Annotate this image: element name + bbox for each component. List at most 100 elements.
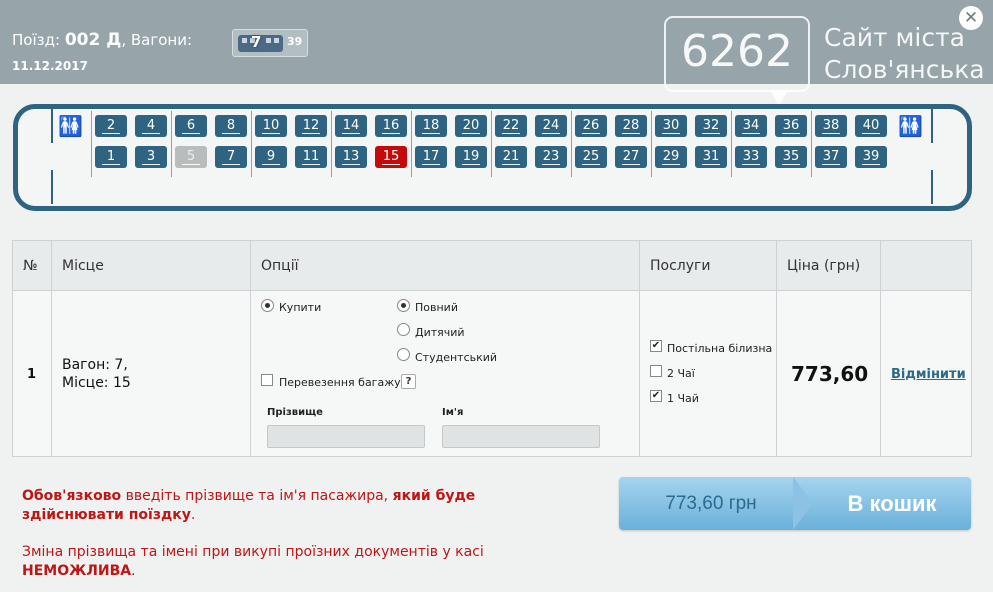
seat[interactable]: 15 <box>375 146 407 168</box>
train-info: Поїзд: 002 Д, Вагони: <box>12 30 192 50</box>
linen-label: Постільна білизна <box>667 342 773 355</box>
seat[interactable]: 33 <box>735 146 767 168</box>
seat[interactable]: 31 <box>695 146 727 168</box>
cell-seat: Вагон: 7, Місце: 15 <box>52 291 251 456</box>
name-input[interactable] <box>442 425 600 448</box>
seat[interactable]: 4 <box>135 115 167 137</box>
buy-radio[interactable] <box>261 299 274 312</box>
wagons-label: , Вагони: <box>121 31 193 49</box>
name-label: Ім'я <box>442 407 464 418</box>
note-required-text: введіть прізвище та ім'я пасажира, <box>121 488 393 504</box>
header-num: № <box>13 241 52 291</box>
seat[interactable]: 38 <box>815 115 847 137</box>
car-divider <box>51 170 53 204</box>
seat[interactable]: 28 <box>615 115 647 137</box>
tea1-checkbox[interactable]: ✔ <box>650 390 662 402</box>
train-prefix: Поїзд: <box>12 31 61 49</box>
watermark-line1: Сайт міста <box>824 23 965 52</box>
help-icon[interactable]: ? <box>401 374 416 389</box>
cell-options: Купити Повний Дитячий Студентський Перев… <box>251 291 640 456</box>
cancel-link[interactable]: Відмінити <box>891 367 966 382</box>
full-ticket-radio[interactable] <box>397 299 410 312</box>
car-divider <box>931 170 933 204</box>
header-action <box>881 241 971 291</box>
seat[interactable]: 16 <box>375 115 407 137</box>
watermark-number: 6262 <box>681 26 793 77</box>
seat[interactable]: 5 <box>175 146 207 168</box>
tea2-checkbox[interactable] <box>650 365 662 377</box>
tea2-label: 2 Чаї <box>667 367 695 380</box>
seat[interactable]: 2 <box>95 115 127 137</box>
seat[interactable]: 36 <box>775 115 807 137</box>
add-to-cart-button[interactable]: 773,60 грн В кошик <box>619 477 971 530</box>
seat[interactable]: 17 <box>415 146 447 168</box>
seat-place: Місце: 15 <box>62 375 131 391</box>
header-seat: Місце <box>52 241 251 291</box>
seat[interactable]: 40 <box>855 115 887 137</box>
student-ticket-radio[interactable] <box>397 348 410 361</box>
notes: Обов'язково введіть прізвище та ім'я пас… <box>22 487 582 592</box>
wagon-free-seats: 39 <box>287 35 303 48</box>
seat-grid: 2 1 4 3 6 5 8 7 10 9 12 11 14 13 16 15 18 17 20 19 22 21 24 23 2… <box>91 111 891 177</box>
train-number: 002 Д <box>64 30 122 50</box>
seat[interactable]: 29 <box>655 146 687 168</box>
seat[interactable]: 13 <box>335 146 367 168</box>
seat[interactable]: 20 <box>455 115 487 137</box>
car-divider <box>931 109 933 143</box>
seat[interactable]: 10 <box>255 115 287 137</box>
note-change-end: . <box>131 563 136 579</box>
car-divider <box>51 109 53 143</box>
seat[interactable]: 26 <box>575 115 607 137</box>
seat[interactable]: 30 <box>655 115 687 137</box>
seat[interactable]: 21 <box>495 146 527 168</box>
header-services: Послуги <box>640 241 777 291</box>
seat[interactable]: 24 <box>535 115 567 137</box>
seat[interactable]: 12 <box>295 115 327 137</box>
seat[interactable]: 19 <box>455 146 487 168</box>
seat[interactable]: 37 <box>815 146 847 168</box>
seat[interactable]: 7 <box>215 146 247 168</box>
note-change-strong: НЕМОЖЛИВА <box>22 563 132 579</box>
row-number: 1 <box>27 367 37 382</box>
seat[interactable]: 11 <box>295 146 327 168</box>
child-ticket-radio[interactable] <box>397 323 410 336</box>
seat[interactable]: 14 <box>335 115 367 137</box>
seat[interactable]: 23 <box>535 146 567 168</box>
header-options: Опції <box>251 241 640 291</box>
wagon-selector[interactable]: 7 39 <box>232 29 308 57</box>
linen-checkbox[interactable]: ✔ <box>650 340 662 352</box>
seat[interactable]: 9 <box>255 146 287 168</box>
surname-input[interactable] <box>267 425 425 448</box>
buy-label: Купити <box>279 301 322 314</box>
cell-num: 1 <box>13 291 52 456</box>
wagon-number: 7 <box>251 33 262 51</box>
watermark-bubble: 6262 <box>664 16 810 92</box>
toilet-icon: 🚻 <box>898 114 923 138</box>
watermark-line2: Слов'янська <box>824 55 985 84</box>
arrow-icon <box>793 477 813 530</box>
seat[interactable]: 8 <box>215 115 247 137</box>
seat[interactable]: 27 <box>615 146 647 168</box>
total-amount: 773,60 грн <box>665 493 757 514</box>
surname-label: Прізвище <box>267 407 323 418</box>
trip-date: 11.12.2017 <box>12 59 88 73</box>
seat[interactable]: 25 <box>575 146 607 168</box>
seat[interactable]: 6 <box>175 115 207 137</box>
baggage-checkbox[interactable] <box>261 374 273 386</box>
note-change-text: Зміна прізвища та імені при викупі проїз… <box>22 544 484 560</box>
seat[interactable]: 18 <box>415 115 447 137</box>
seat[interactable]: 3 <box>135 146 167 168</box>
tea1-label: 1 Чай <box>667 392 699 405</box>
full-ticket-label: Повний <box>415 301 458 314</box>
cart-label: В кошик <box>847 491 937 516</box>
seat[interactable]: 22 <box>495 115 527 137</box>
cell-price: 773,60 <box>777 291 881 456</box>
seat[interactable]: 39 <box>855 146 887 168</box>
seat[interactable]: 34 <box>735 115 767 137</box>
note-change: Зміна прізвища та імені при викупі проїз… <box>22 543 582 581</box>
seat[interactable]: 32 <box>695 115 727 137</box>
seat[interactable]: 1 <box>95 146 127 168</box>
seat[interactable]: 35 <box>775 146 807 168</box>
baggage-label: Перевезення багажу <box>279 376 401 389</box>
child-ticket-label: Дитячий <box>415 326 465 339</box>
